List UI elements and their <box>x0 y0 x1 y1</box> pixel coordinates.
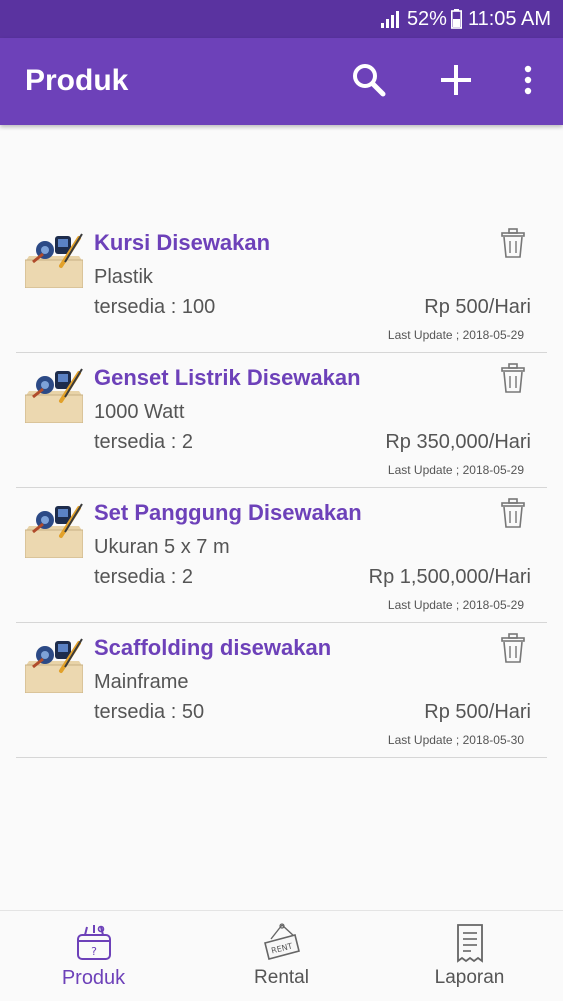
svg-text:?: ? <box>91 945 97 958</box>
app-bar: Produk <box>0 38 563 125</box>
rent-sign-icon: RENT <box>264 923 300 960</box>
product-availability: tersedia : 2 <box>94 431 193 453</box>
add-button[interactable] <box>436 60 476 100</box>
product-name: Scaffolding disewakan <box>94 635 332 660</box>
product-price: Rp 500/Hari <box>424 296 531 318</box>
toolbox-icon <box>25 367 83 423</box>
plus-icon <box>441 65 471 95</box>
product-price: Rp 1,500,000/Hari <box>368 566 531 588</box>
product-description: Mainframe <box>94 671 189 693</box>
receipt-icon <box>457 924 483 963</box>
list-item[interactable]: Kursi Disewakan Plastik tersedia : 100 R… <box>16 218 547 353</box>
nav-label-laporan: Laporan <box>434 967 505 988</box>
more-vert-icon <box>524 65 532 95</box>
toolbox-icon <box>25 637 83 693</box>
basket-icon: ? <box>77 925 111 960</box>
list-item[interactable]: Genset Listrik Disewakan 1000 Watt terse… <box>16 353 547 488</box>
product-description: 1000 Watt <box>94 401 185 423</box>
product-availability: tersedia : 50 <box>94 701 205 723</box>
nav-item-produk[interactable]: ? Produk <box>0 911 187 1001</box>
product-price: Rp 500/Hari <box>424 701 531 723</box>
last-update: Last Update ; 2018-05-30 <box>387 733 524 747</box>
trash-icon[interactable] <box>501 363 525 393</box>
trash-icon[interactable] <box>501 228 525 258</box>
nav-label-produk: Produk <box>61 967 126 989</box>
clock: 11:05 AM <box>467 7 551 30</box>
page-title: Produk <box>25 64 129 97</box>
product-name: Genset Listrik Disewakan <box>94 365 361 390</box>
product-list: Kursi Disewakan Plastik tersedia : 100 R… <box>16 218 547 758</box>
search-icon <box>353 64 386 97</box>
list-item[interactable]: Scaffolding disewakan Mainframe tersedia… <box>16 623 547 758</box>
nav-item-laporan[interactable]: Laporan <box>376 911 563 1001</box>
product-availability: tersedia : 100 <box>94 296 216 318</box>
last-update: Last Update ; 2018-05-29 <box>387 598 524 612</box>
product-availability: tersedia : 2 <box>94 566 193 588</box>
status-bar: 52% 11:05 AM <box>0 0 563 38</box>
trash-icon[interactable] <box>501 498 525 528</box>
bottom-navigation: ? Produk RENT Rental Laporan <box>0 910 563 1001</box>
battery-percent: 52% <box>406 7 447 30</box>
product-description: Plastik <box>94 266 153 288</box>
overflow-menu-button[interactable] <box>508 60 548 100</box>
last-update: Last Update ; 2018-05-29 <box>387 328 524 342</box>
toolbox-icon <box>25 502 83 558</box>
product-name: Set Panggung Disewakan <box>94 500 362 525</box>
last-update: Last Update ; 2018-05-29 <box>387 463 524 477</box>
product-price: Rp 350,000/Hari <box>385 431 531 453</box>
battery-icon <box>450 9 462 29</box>
search-button[interactable] <box>349 60 389 100</box>
product-description: Ukuran 5 x 7 m <box>94 536 230 558</box>
nav-label-rental: Rental <box>254 967 309 988</box>
list-item[interactable]: Set Panggung Disewakan Ukuran 5 x 7 m te… <box>16 488 547 623</box>
toolbox-icon <box>25 232 83 288</box>
signal-icon <box>380 11 399 28</box>
product-name: Kursi Disewakan <box>94 230 271 255</box>
trash-icon[interactable] <box>501 633 525 663</box>
nav-item-rental[interactable]: RENT Rental <box>188 911 375 1001</box>
